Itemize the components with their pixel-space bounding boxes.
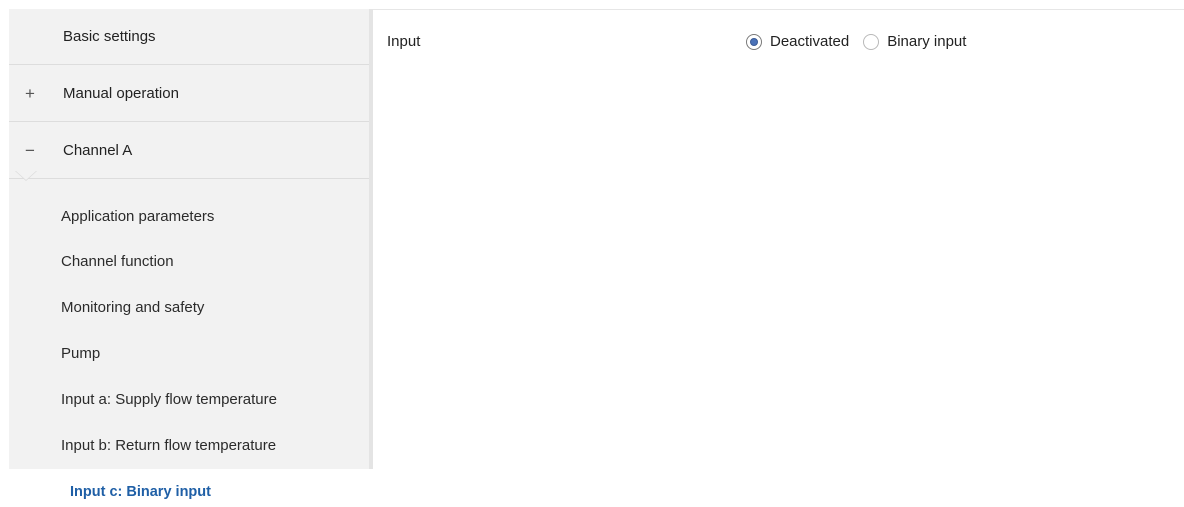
sidebar-subitem-input-b[interactable]: Input b: Return flow temperature xyxy=(61,434,276,458)
sidebar-item-basic-settings[interactable]: Basic settings xyxy=(9,9,369,65)
sidebar-item-manual-operation[interactable]: + Manual operation xyxy=(9,66,369,122)
radio-label: Binary input xyxy=(887,33,967,50)
radio-unchecked-icon[interactable] xyxy=(863,34,880,50)
param-label-input: Input xyxy=(387,33,421,50)
collapse-icon[interactable]: − xyxy=(23,141,37,161)
sidebar-subitem-input-c-active[interactable]: Input c: Binary input xyxy=(70,482,211,502)
sidebar-item-label: Channel A xyxy=(63,142,133,159)
sidebar-item-label: Basic settings xyxy=(63,28,156,45)
sidebar-subitem-channel-function[interactable]: Channel function xyxy=(61,250,174,274)
sidebar-subitem-monitoring-and-safety[interactable]: Monitoring and safety xyxy=(61,296,204,320)
radio-checked-icon[interactable] xyxy=(746,34,762,50)
sidebar-item-channel-a[interactable]: − Channel A xyxy=(9,123,369,179)
expanded-caret-icon xyxy=(16,171,36,180)
radio-binary-input[interactable]: Binary input xyxy=(863,32,966,52)
expand-icon[interactable]: + xyxy=(23,84,37,104)
sidebar-subitem-pump[interactable]: Pump xyxy=(61,342,100,366)
radio-label: Deactivated xyxy=(770,33,850,50)
content-top-border xyxy=(373,9,1184,10)
sidebar-divider xyxy=(369,9,373,469)
input-radio-group: Deactivated Binary input xyxy=(746,32,980,52)
sidebar-subitem-application-parameters[interactable]: Application parameters xyxy=(61,205,214,229)
radio-deactivated[interactable]: Deactivated xyxy=(746,32,849,52)
sidebar-item-label: Manual operation xyxy=(63,85,179,102)
sidebar-subitem-input-a[interactable]: Input a: Supply flow temperature xyxy=(61,388,277,412)
